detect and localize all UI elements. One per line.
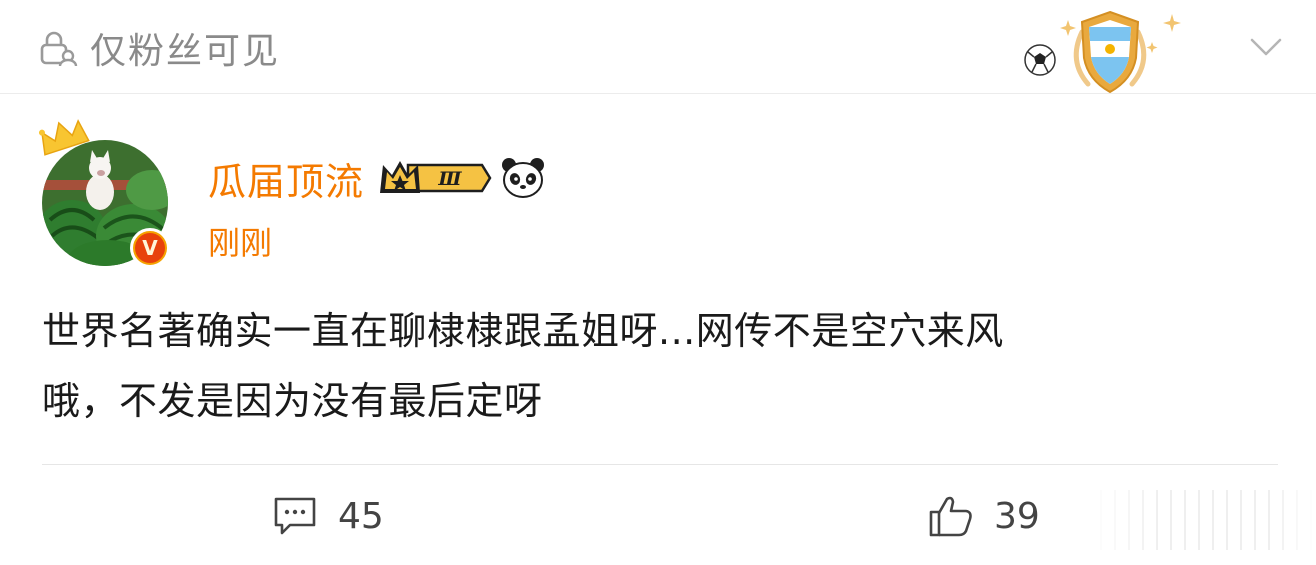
like-button[interactable]: 39 (928, 490, 1040, 542)
level-label: Ⅲ (437, 168, 462, 190)
author-name-row: 瓜届顶流 Ⅲ (208, 150, 546, 206)
comment-button[interactable]: 45 (272, 490, 384, 542)
weibo-comment-card: 仅粉丝可见 V 瓜届顶流 Ⅲ 刚刚 世界名著确实一直在聊棣棣跟孟姐呀...网传不… (0, 0, 1316, 565)
post-timestamp: 刚刚 (208, 224, 273, 262)
verified-v-label: V (135, 233, 165, 263)
edge-blur (1090, 490, 1316, 550)
post-content: 世界名著确实一直在聊棣棣跟孟姐呀...网传不是空穴来风 哦，不发是因为没有最后定… (42, 296, 1282, 436)
panda-icon (502, 158, 545, 198)
author-name[interactable]: 瓜届顶流 (208, 151, 364, 206)
like-count: 39 (994, 495, 1040, 537)
post-content-line: 哦，不发是因为没有最后定呀 (42, 379, 543, 423)
level-crown-badge-icon[interactable]: Ⅲ (378, 155, 494, 201)
verified-badge: V (130, 228, 170, 268)
chevron-down-icon[interactable] (1248, 30, 1284, 66)
post-content-line: 世界名著确实一直在聊棣棣跟孟姐呀...网传不是空穴来风 (42, 309, 1004, 353)
comment-count: 45 (338, 495, 384, 537)
crown-icon (38, 119, 90, 156)
lock-person-icon (40, 31, 78, 67)
divider (42, 464, 1278, 465)
visibility-indicator: 仅粉丝可见 (38, 22, 280, 74)
visibility-label: 仅粉丝可见 (90, 31, 281, 72)
argentina-shield-badge-icon (1024, 10, 1181, 94)
author-avatar-block[interactable]: V (38, 118, 178, 268)
visibility-bar: 仅粉丝可见 (0, 0, 1316, 94)
thumbs-up-icon (929, 496, 972, 537)
comment-bubble-icon (274, 497, 316, 535)
